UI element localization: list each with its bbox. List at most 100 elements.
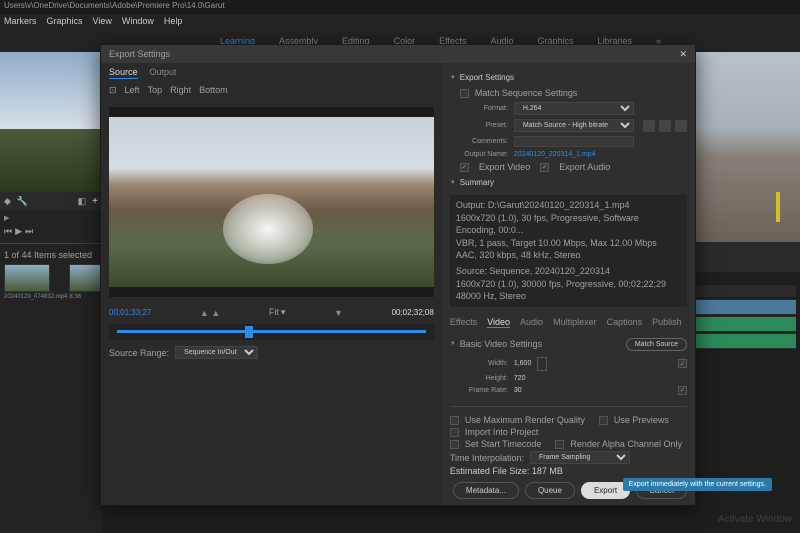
dialog-settings-pane: Export Settings Match Sequence Settings …	[442, 63, 695, 505]
match-source-button[interactable]: Match Source	[626, 338, 687, 351]
source-monitor[interactable]	[0, 52, 102, 192]
export-audio-checkbox[interactable]	[540, 163, 549, 172]
export-settings-dialog: Export Settings ✕ Source Output ⊡ Left T…	[100, 44, 696, 506]
summary-header[interactable]: Summary	[450, 178, 687, 187]
width-match-checkbox[interactable]	[678, 359, 687, 368]
menu-markers[interactable]: Markers	[4, 16, 37, 28]
alpha-only-checkbox[interactable]	[555, 440, 564, 449]
marker-icon[interactable]: ◆	[4, 196, 11, 207]
save-preset-icon[interactable]	[643, 120, 655, 132]
fps-match-checkbox[interactable]	[678, 386, 687, 395]
dialog-title-text: Export Settings	[109, 49, 170, 59]
import-project-checkbox[interactable]	[450, 428, 459, 437]
plus-icon[interactable]: +	[92, 196, 98, 207]
output-name-label: Output Name:	[460, 151, 508, 158]
tab-captions[interactable]: Captions	[607, 317, 643, 328]
triangle-icon[interactable]: ▲ ▲	[200, 308, 220, 318]
framerate-label: Frame Rate:	[460, 387, 508, 394]
max-render-checkbox[interactable]	[450, 416, 459, 425]
tab-audio[interactable]: Audio	[520, 317, 543, 328]
queue-button[interactable]: Queue	[525, 482, 575, 499]
start-tc-label: Set Start Timecode	[465, 439, 542, 449]
tab-effects[interactable]: Effects	[450, 317, 477, 328]
clip-name: 20240129_074832.mp4	[4, 294, 67, 300]
output-name-link[interactable]: 20240120_220314_1.mp4	[514, 151, 596, 158]
export-video-label: Export Video	[479, 162, 530, 172]
metadata-button[interactable]: Metadata...	[453, 482, 519, 499]
export-settings-header[interactable]: Export Settings	[450, 73, 687, 82]
tab-multiplexer[interactable]: Multiplexer	[553, 317, 597, 328]
close-icon[interactable]: ✕	[679, 49, 687, 60]
export-tooltip: Export immediately with the current sett…	[623, 478, 772, 491]
comments-label: Comments:	[460, 138, 508, 145]
tab-source[interactable]: Source	[109, 67, 138, 79]
width-label: Width:	[460, 360, 508, 367]
playhead[interactable]	[245, 326, 253, 338]
time-interp-select[interactable]: Frame Sampling	[530, 451, 630, 464]
comments-input[interactable]	[514, 136, 634, 147]
menu-view[interactable]: View	[93, 16, 112, 28]
alpha-only-label: Render Alpha Channel Only	[570, 439, 682, 449]
match-sequence-label: Match Sequence Settings	[475, 88, 578, 98]
menubar: Markers Graphics View Window Help	[0, 14, 800, 30]
triangle-icon[interactable]: ▼	[334, 308, 343, 318]
dialog-preview-pane: Source Output ⊡ Left Top Right Bottom 00…	[101, 63, 442, 505]
max-render-label: Use Maximum Render Quality	[465, 415, 585, 425]
crop-top: Top	[148, 85, 163, 99]
crop-toolbar: ⊡ Left Top Right Bottom	[101, 83, 442, 101]
menu-help[interactable]: Help	[164, 16, 183, 28]
tab-output[interactable]: Output	[150, 67, 177, 79]
zoom-fit[interactable]: Fit ▾	[269, 307, 285, 318]
crop-icon[interactable]: ⊡	[109, 85, 117, 99]
preview-image	[109, 117, 434, 287]
tab-publish[interactable]: Publish	[652, 317, 682, 328]
format-label: Format:	[460, 105, 508, 112]
start-tc-checkbox[interactable]	[450, 440, 459, 449]
summary-output: Output: D:\Garut\20240120_220314_1.mp4 1…	[456, 199, 681, 262]
play-icon[interactable]: ▶	[15, 226, 22, 237]
basic-video-header[interactable]: Basic Video Settings Match Source	[450, 338, 687, 351]
export-preview	[109, 107, 434, 297]
delete-preset-icon[interactable]	[675, 120, 687, 132]
source-toolbar: ◆ 🔧 ◧ +	[0, 192, 102, 210]
preset-select[interactable]: Match Source - High bitrate	[514, 119, 634, 132]
src-tc: ▶	[4, 214, 9, 222]
use-previews-label: Use Previews	[614, 415, 669, 425]
bin-status: 1 of 44 Items selected	[4, 250, 98, 260]
clip-thumb[interactable]	[4, 264, 50, 292]
link-icon[interactable]	[537, 357, 547, 371]
height-label: Height:	[460, 375, 508, 382]
step-back-icon[interactable]: ⏮	[4, 226, 12, 237]
tab-video[interactable]: Video	[487, 317, 510, 328]
wrench-icon[interactable]: 🔧	[17, 196, 28, 207]
menu-graphics[interactable]: Graphics	[47, 16, 83, 28]
import-preset-icon[interactable]	[659, 120, 671, 132]
estimated-size: Estimated File Size: 187 MB	[450, 466, 687, 476]
crop-right: Right	[170, 85, 191, 99]
source-panel: ◆ 🔧 ◧ + ▶ ⏮ ▶ ⏭ 1 of 44 Items selected 2…	[0, 52, 102, 533]
import-project-label: Import Into Project	[465, 427, 539, 437]
height-value[interactable]: 720	[514, 375, 526, 382]
step-fwd-icon[interactable]: ⏭	[25, 226, 33, 237]
windows-watermark: Activate Window	[718, 514, 792, 525]
titlebar: Users\v\OneDrive\Documents\Adobe\Premier…	[0, 0, 800, 14]
framerate-value[interactable]: 30	[514, 387, 522, 394]
crop-left: Left	[125, 85, 140, 99]
preview-tc-out[interactable]: 00;02;32;08	[392, 308, 434, 317]
summary-box: Output: D:\Garut\20240120_220314_1.mp4 1…	[450, 195, 687, 307]
format-select[interactable]: H.264	[514, 102, 634, 115]
preview-scrubber[interactable]	[109, 324, 434, 340]
width-value[interactable]: 1,600	[514, 360, 532, 367]
trim-icon[interactable]: ◧	[78, 196, 87, 207]
summary-source: Source: Sequence, 20240120_220314 1600x7…	[456, 265, 681, 303]
source-range-label: Source Range:	[109, 348, 169, 358]
source-range-select[interactable]: Sequence In/Out	[175, 346, 258, 359]
dialog-titlebar[interactable]: Export Settings ✕	[101, 45, 695, 63]
menu-window[interactable]: Window	[122, 16, 154, 28]
export-video-checkbox[interactable]	[460, 163, 469, 172]
use-previews-checkbox[interactable]	[599, 416, 608, 425]
project-bin: 1 of 44 Items selected 20240129_074832.m…	[0, 246, 102, 304]
match-sequence-checkbox[interactable]	[460, 89, 469, 98]
preview-tc-in[interactable]: 00;01;33;27	[109, 308, 151, 317]
time-interp-label: Time Interpolation:	[450, 453, 524, 463]
